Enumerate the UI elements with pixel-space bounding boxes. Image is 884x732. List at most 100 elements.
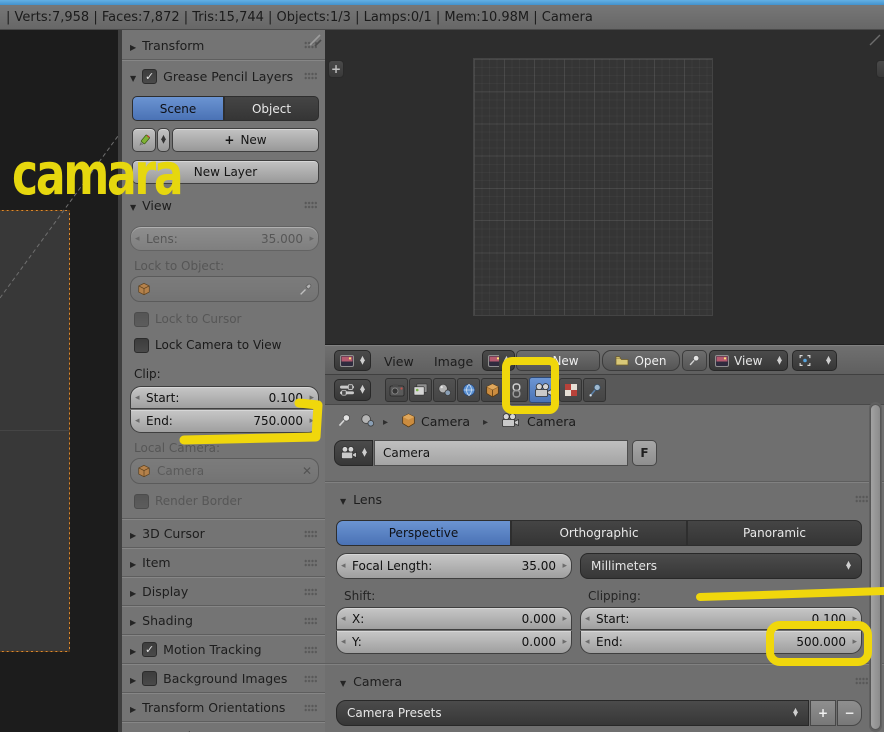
render-border-row[interactable]: Render Border	[122, 492, 325, 510]
panel-drag-dots-icon[interactable]	[304, 616, 317, 625]
tab-object[interactable]	[481, 378, 504, 402]
slider-value: 500.000	[796, 635, 846, 649]
gp-new-layer-button[interactable]: New Layer	[132, 160, 319, 184]
section-shading[interactable]: Shading	[122, 607, 325, 634]
section-transform-orientations[interactable]: Transform Orientations	[122, 694, 325, 721]
breadcrumb-object-name[interactable]: Camera	[421, 414, 470, 429]
editor-type-selector[interactable]	[334, 350, 371, 371]
clipping-end-slider[interactable]: End: 500.000	[580, 631, 862, 654]
gp-draw-button[interactable]	[132, 128, 156, 152]
gp-source-object-tab[interactable]: Object	[224, 96, 319, 121]
focal-unit-dropdown[interactable]: Millimeters	[580, 553, 862, 579]
camera-passepartout-dash-line	[0, 135, 118, 299]
image-datablock-selector[interactable]	[482, 350, 515, 371]
local-camera-field[interactable]: Camera	[130, 458, 319, 484]
tab-scene[interactable]	[433, 378, 456, 402]
section-background-images[interactable]: Background Images	[122, 665, 325, 692]
gp-source-scene-tab[interactable]: Scene	[132, 96, 224, 121]
gp-draw-mode-stepper[interactable]	[157, 128, 170, 152]
view-lens-slider[interactable]: Lens: 35.000	[130, 226, 319, 251]
section-view[interactable]: View	[122, 192, 325, 218]
panel-drag-dots-icon[interactable]	[304, 201, 317, 209]
lock-to-object-field[interactable]	[130, 276, 319, 302]
view-menu[interactable]: View	[384, 354, 414, 369]
region-expand-button-right[interactable]	[876, 60, 884, 78]
panel-drag-dots-icon[interactable]	[304, 558, 317, 567]
lock-to-cursor-row[interactable]: Lock to Cursor	[122, 310, 325, 328]
section-transform[interactable]: Transform	[122, 32, 325, 58]
panel-drag-dots-icon[interactable]	[304, 674, 317, 683]
lock-camera-to-view-row[interactable]: Lock Camera to View	[122, 336, 325, 354]
clear-x-icon[interactable]	[302, 464, 312, 478]
shift-x-slider[interactable]: X: 0.000	[336, 607, 572, 630]
panel-drag-dots-icon[interactable]	[855, 677, 868, 685]
tab-render[interactable]	[385, 378, 408, 402]
pin-button[interactable]	[682, 350, 707, 371]
breadcrumb-data-name[interactable]: Camera	[527, 414, 576, 429]
image-open-button[interactable]: Open	[602, 350, 680, 371]
blender-window: | Verts:7,958 | Faces:7,872 | Tris:15,74…	[0, 0, 884, 732]
tab-material[interactable]	[559, 378, 582, 402]
camera-name-field[interactable]: Camera	[374, 440, 628, 466]
camera-datablock-selector[interactable]	[334, 440, 373, 466]
gp-layers-checkbox[interactable]	[142, 68, 158, 84]
image-editor-viewport[interactable]	[325, 30, 884, 345]
section-properties[interactable]: Properties	[122, 723, 325, 732]
divider	[122, 576, 325, 577]
render-border-checkbox[interactable]	[134, 493, 149, 509]
section-grease-pencil-layers[interactable]: Grease Pencil Layers	[122, 63, 325, 89]
section-motion-tracking[interactable]: Motion Tracking	[122, 636, 325, 663]
image-editor-icon	[340, 354, 354, 367]
panel-drag-dots-icon[interactable]	[304, 703, 317, 712]
tab-object-data-camera[interactable]	[529, 377, 556, 403]
area-resize-grip-icon[interactable]	[866, 31, 884, 49]
lock-camera-to-view-checkbox[interactable]	[134, 337, 149, 353]
panel-drag-dots-icon[interactable]	[304, 645, 317, 654]
panel-drag-dots-icon[interactable]	[304, 529, 317, 538]
panel-drag-dots-icon[interactable]	[304, 72, 317, 80]
panel-drag-dots-icon[interactable]	[304, 587, 317, 596]
focal-length-slider[interactable]: Focal Length: 35.00	[336, 553, 572, 579]
slider-label: Lens:	[146, 231, 178, 246]
preset-remove-button[interactable]: −	[837, 700, 862, 726]
lock-to-cursor-checkbox[interactable]	[134, 311, 149, 327]
clip-end-slider[interactable]: End: 750.000	[130, 410, 319, 433]
shift-y-slider[interactable]: Y: 0.000	[336, 631, 572, 654]
image-view-dropdown[interactable]: View	[709, 350, 788, 371]
camera-presets-dropdown[interactable]: Camera Presets	[336, 700, 809, 726]
tab-physics[interactable]	[583, 378, 606, 402]
lens-type-perspective-tab[interactable]: Perspective	[336, 520, 511, 546]
gp-new-button[interactable]: New	[172, 128, 319, 152]
image-menu[interactable]: Image	[434, 354, 473, 369]
motion-tracking-checkbox[interactable]	[142, 642, 158, 657]
divider	[122, 605, 325, 606]
lens-type-panoramic-tab[interactable]: Panoramic	[687, 520, 862, 546]
section-display[interactable]: Display	[122, 578, 325, 605]
viewport-3d[interactable]	[0, 30, 118, 732]
panel-drag-dots-icon[interactable]	[855, 495, 868, 503]
clip-start-slider[interactable]: Start: 0.100	[130, 386, 319, 409]
section-3d-cursor[interactable]: 3D Cursor	[122, 520, 325, 547]
section-item[interactable]: Item	[122, 549, 325, 576]
lens-panel-header[interactable]: Lens	[340, 488, 868, 510]
up-down-arrows-icon	[504, 357, 509, 365]
scrollbar-thumb[interactable]	[870, 404, 881, 730]
tab-world[interactable]	[457, 378, 480, 402]
tab-constraints[interactable]	[505, 378, 528, 402]
area-resize-grip-icon[interactable]	[306, 31, 324, 49]
preset-add-button[interactable]	[810, 700, 836, 726]
breadcrumb-scene-icon[interactable]	[360, 413, 375, 428]
properties-scrollbar[interactable]	[869, 402, 882, 732]
fake-user-button[interactable]: F	[632, 440, 657, 466]
pin-toggle[interactable]	[337, 413, 352, 428]
expand-arrow-icon	[130, 69, 136, 84]
clipping-start-slider[interactable]: Start: 0.100	[580, 607, 862, 630]
image-new-button[interactable]: New	[516, 350, 600, 371]
lens-type-orthographic-tab[interactable]: Orthographic	[511, 520, 687, 546]
editor-type-selector[interactable]	[334, 379, 371, 401]
display-mode-selector[interactable]	[792, 350, 837, 371]
region-expand-button[interactable]	[328, 60, 344, 78]
camera-panel-header[interactable]: Camera	[340, 670, 868, 692]
tab-render-layers[interactable]	[409, 378, 432, 402]
background-images-checkbox[interactable]	[142, 671, 158, 686]
